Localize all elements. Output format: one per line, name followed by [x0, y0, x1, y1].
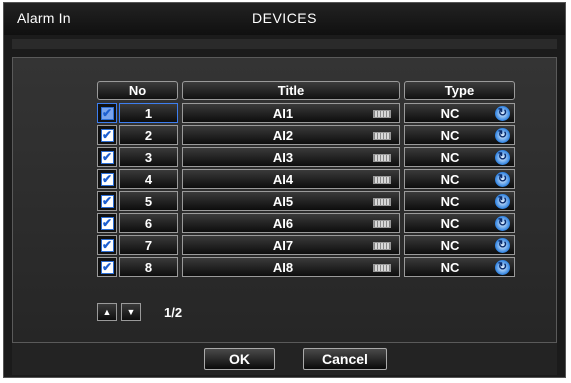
- checkmark-icon: ✔: [100, 150, 114, 164]
- table-row: ✔ 3 AI3 NC ↻: [13, 147, 558, 167]
- header-type: Type: [404, 81, 515, 100]
- keyboard-icon[interactable]: [373, 154, 391, 162]
- keyboard-icon[interactable]: [373, 264, 391, 272]
- enable-checkbox[interactable]: ✔: [97, 125, 117, 145]
- type-value: NC: [440, 260, 460, 275]
- type-value: NC: [440, 150, 460, 165]
- keyboard-icon[interactable]: [373, 220, 391, 228]
- tab-strip: [12, 39, 557, 49]
- header-no: No: [97, 81, 178, 100]
- button-bar: [12, 343, 557, 375]
- enable-checkbox[interactable]: ✔: [97, 103, 117, 123]
- cycle-icon[interactable]: ↻: [495, 150, 510, 165]
- checkmark-icon: ✔: [100, 238, 114, 252]
- title-field[interactable]: AI1: [182, 103, 400, 123]
- page-indicator: 1/2: [164, 305, 183, 320]
- type-value: NC: [440, 194, 460, 209]
- cycle-icon[interactable]: ↻: [495, 128, 510, 143]
- triangle-up-icon: ▲: [102, 307, 112, 317]
- title-field[interactable]: AI6: [182, 213, 400, 233]
- type-value: NC: [440, 128, 460, 143]
- type-selector[interactable]: NC ↻: [404, 213, 515, 233]
- type-selector[interactable]: NC ↻: [404, 257, 515, 277]
- keyboard-icon[interactable]: [373, 242, 391, 250]
- title-value: AI3: [272, 150, 294, 165]
- table-row: ✔ 8 AI8 NC ↻: [13, 257, 558, 277]
- header-title: Title: [182, 81, 400, 100]
- checkmark-icon: ✔: [100, 128, 114, 142]
- table-row: ✔ 1 AI1 NC ↻: [13, 103, 558, 123]
- checkmark-icon: ✔: [100, 172, 114, 186]
- title-value: AI2: [272, 128, 294, 143]
- alarm-in-panel: No Title Type ✔ 1 AI1 NC ↻ ✔ 2 AI2 NC ↻ ✔ 3 AI3 NC ↻ ✔ 4…: [12, 57, 557, 343]
- table-row: ✔ 7 AI7 NC ↻: [13, 235, 558, 255]
- title-value: AI8: [272, 260, 294, 275]
- keyboard-icon[interactable]: [373, 198, 391, 206]
- page-down-button[interactable]: ▼: [121, 303, 141, 321]
- title-field[interactable]: AI3: [182, 147, 400, 167]
- row-number: 7: [119, 235, 178, 255]
- cycle-icon[interactable]: ↻: [495, 172, 510, 187]
- type-value: NC: [440, 106, 460, 121]
- cycle-icon[interactable]: ↻: [495, 238, 510, 253]
- row-number: 1: [119, 103, 178, 123]
- checkmark-icon: ✔: [100, 216, 114, 230]
- keyboard-icon[interactable]: [373, 110, 391, 118]
- ok-button[interactable]: OK: [204, 348, 275, 370]
- row-number: 2: [119, 125, 178, 145]
- enable-checkbox[interactable]: ✔: [97, 191, 117, 211]
- checkmark-icon: ✔: [100, 194, 114, 208]
- checkmark-icon: ✔: [100, 260, 114, 274]
- type-selector[interactable]: NC ↻: [404, 125, 515, 145]
- type-selector[interactable]: NC ↻: [404, 147, 515, 167]
- enable-checkbox[interactable]: ✔: [97, 169, 117, 189]
- type-selector[interactable]: NC ↻: [404, 103, 515, 123]
- checkmark-icon: ✔: [100, 106, 114, 120]
- section-label: Alarm In: [17, 10, 71, 26]
- title-value: AI6: [272, 216, 294, 231]
- enable-checkbox[interactable]: ✔: [97, 257, 117, 277]
- row-number: 4: [119, 169, 178, 189]
- type-selector[interactable]: NC ↻: [404, 169, 515, 189]
- enable-checkbox[interactable]: ✔: [97, 235, 117, 255]
- title-value: AI4: [272, 172, 294, 187]
- title-bar: DEVICES Alarm In: [4, 3, 565, 35]
- table-row: ✔ 5 AI5 NC ↻: [13, 191, 558, 211]
- dialog-title: DEVICES: [252, 10, 317, 26]
- cycle-icon[interactable]: ↻: [495, 106, 510, 121]
- type-selector[interactable]: NC ↻: [404, 191, 515, 211]
- cancel-button[interactable]: Cancel: [303, 348, 387, 370]
- keyboard-icon[interactable]: [373, 132, 391, 140]
- keyboard-icon[interactable]: [373, 176, 391, 184]
- title-field[interactable]: AI4: [182, 169, 400, 189]
- table-row: ✔ 6 AI6 NC ↻: [13, 213, 558, 233]
- enable-checkbox[interactable]: ✔: [97, 147, 117, 167]
- row-number: 6: [119, 213, 178, 233]
- enable-checkbox[interactable]: ✔: [97, 213, 117, 233]
- page-up-button[interactable]: ▲: [97, 303, 117, 321]
- title-value: AI5: [272, 194, 294, 209]
- cycle-icon[interactable]: ↻: [495, 194, 510, 209]
- title-value: AI7: [272, 238, 294, 253]
- dvr-window: DEVICES Alarm In No Title Type ✔ 1 AI1 NC ↻ ✔…: [0, 0, 571, 383]
- triangle-down-icon: ▼: [126, 307, 136, 317]
- type-selector[interactable]: NC ↻: [404, 235, 515, 255]
- row-number: 5: [119, 191, 178, 211]
- cycle-icon[interactable]: ↻: [495, 216, 510, 231]
- row-number: 3: [119, 147, 178, 167]
- title-field[interactable]: AI8: [182, 257, 400, 277]
- type-value: NC: [440, 238, 460, 253]
- type-value: NC: [440, 216, 460, 231]
- table-row: ✔ 2 AI2 NC ↻: [13, 125, 558, 145]
- title-field[interactable]: AI7: [182, 235, 400, 255]
- title-field[interactable]: AI5: [182, 191, 400, 211]
- row-number: 8: [119, 257, 178, 277]
- table-row: ✔ 4 AI4 NC ↻: [13, 169, 558, 189]
- title-value: AI1: [272, 106, 294, 121]
- dialog-frame: DEVICES Alarm In No Title Type ✔ 1 AI1 NC ↻ ✔…: [3, 2, 566, 378]
- type-value: NC: [440, 172, 460, 187]
- cycle-icon[interactable]: ↻: [495, 260, 510, 275]
- title-field[interactable]: AI2: [182, 125, 400, 145]
